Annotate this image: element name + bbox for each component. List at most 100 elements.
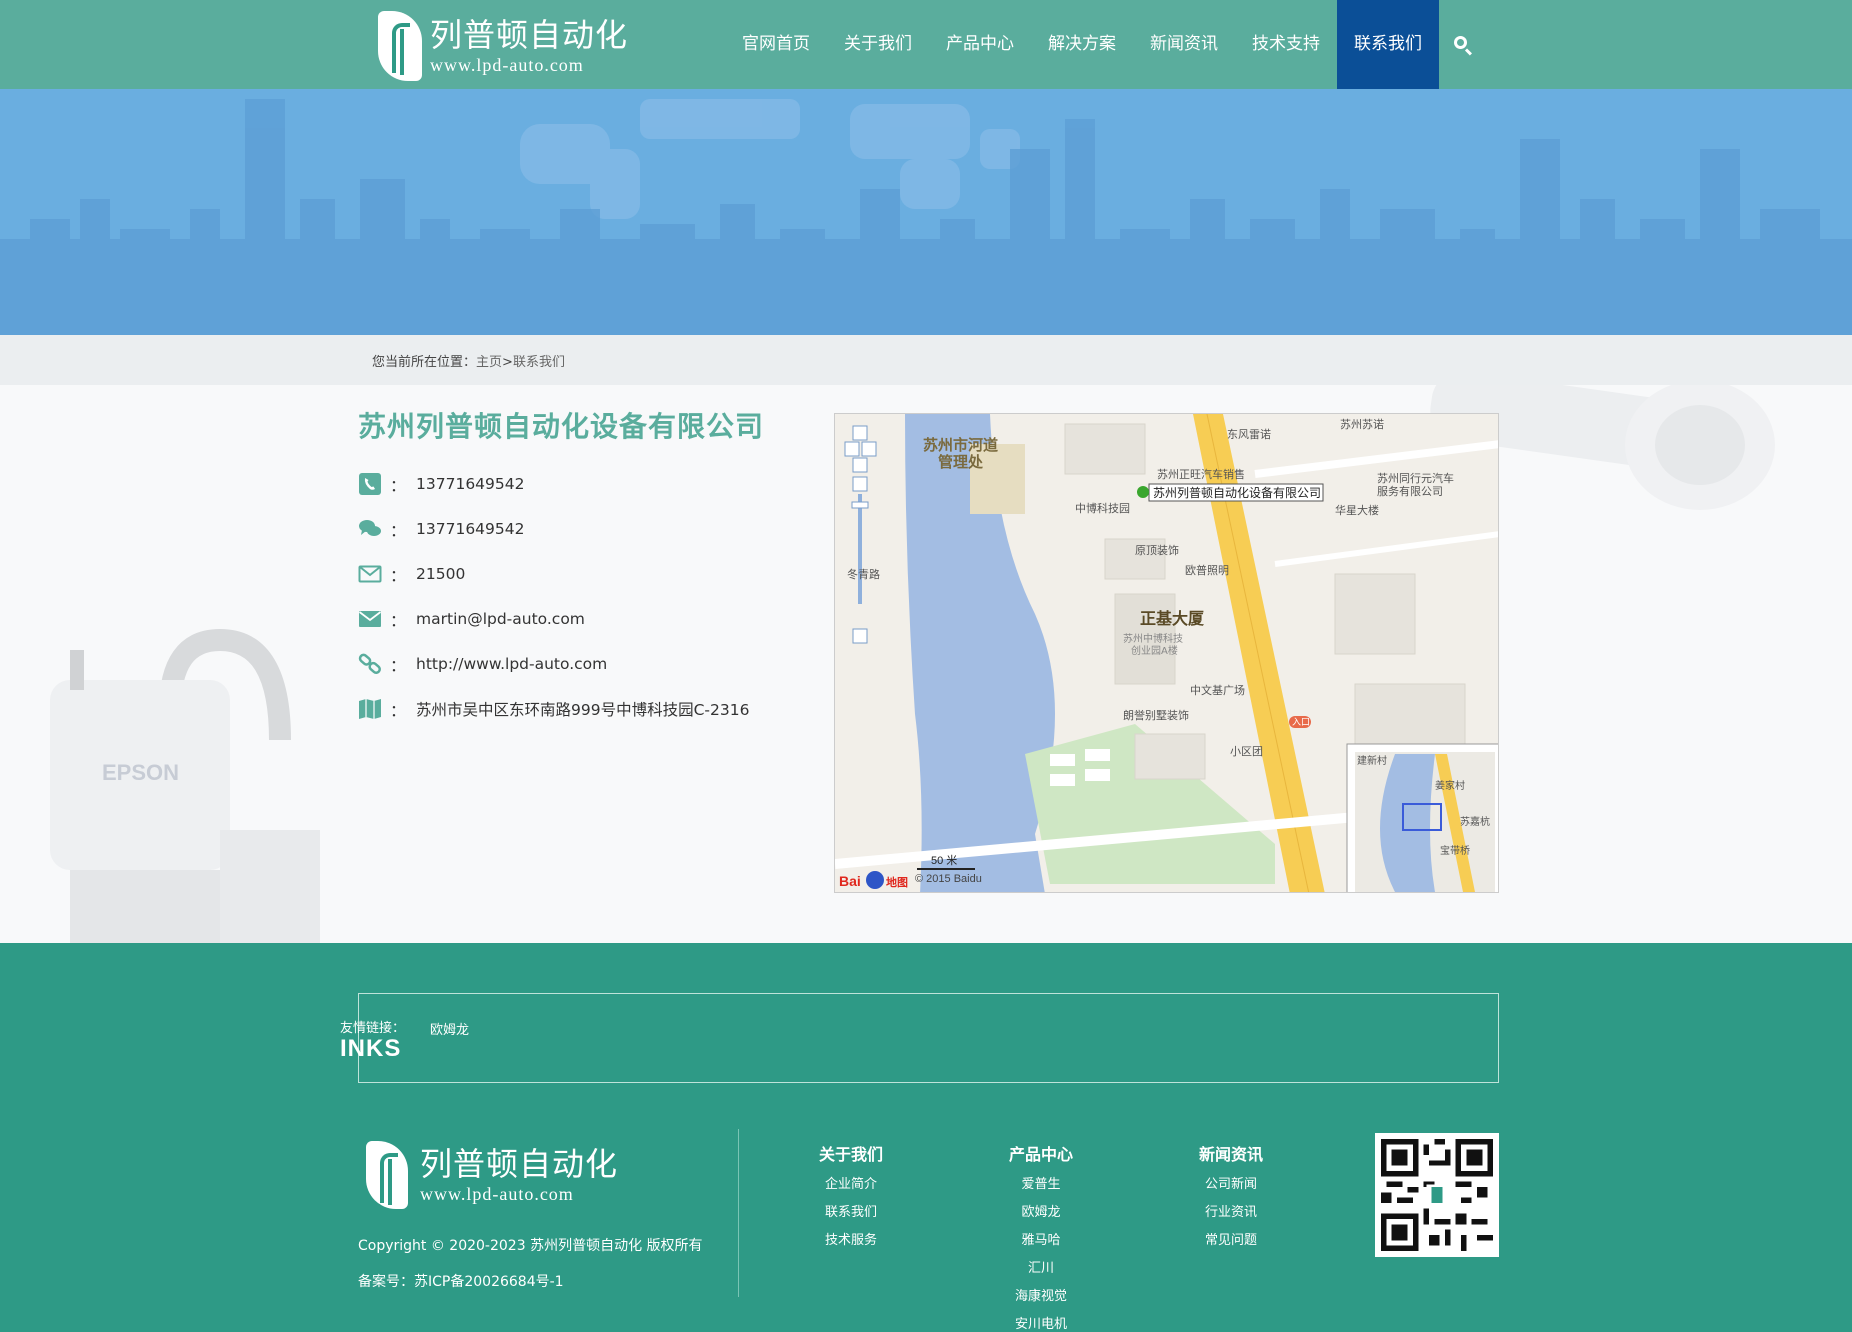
contact-phone-row: ： 13771649542 <box>358 461 749 506</box>
contact-email-row: ： martin@lpd-auto.com <box>358 596 749 641</box>
main-nav: 官网首页 关于我们 产品中心 解决方案 新闻资讯 技术支持 联系我们 <box>725 0 1439 89</box>
address-value: 苏州市吴中区东环南路999号中博科技园C-2316 <box>416 700 750 719</box>
footer-link[interactable]: 公司新闻 <box>1171 1171 1291 1199</box>
contact-section: EPSON 苏州列普顿自动化设备有限公司 ： 13771649542 ： 137… <box>0 385 1852 943</box>
chat-value: 13771649542 <box>416 519 525 538</box>
footer-col-heading[interactable]: 新闻资讯 <box>1171 1141 1291 1165</box>
email-colon: ： <box>390 612 407 630</box>
footer-logo-title: 列普顿自动化 <box>420 1145 619 1183</box>
nav-products[interactable]: 产品中心 <box>929 0 1031 89</box>
search-icon[interactable] <box>1452 34 1474 56</box>
footer-link[interactable]: 安川电机 <box>981 1311 1101 1332</box>
website-value[interactable]: http://www.lpd-auto.com <box>416 655 607 673</box>
footer-link[interactable]: 欧姆龙 <box>981 1199 1101 1227</box>
site-footer: 友情链接： INKS 欧姆龙 列普顿自动化 www.lpd-auto.com C… <box>0 943 1852 1332</box>
logo-mark-icon <box>378 11 422 81</box>
footer-col-heading[interactable]: 产品中心 <box>981 1141 1101 1165</box>
nav-home[interactable]: 官网首页 <box>725 0 827 89</box>
map-label-zhengji: 正基大厦 <box>1140 609 1205 628</box>
minimap-label-jiang: 姜家村 <box>1435 779 1465 792</box>
envelope-outline-icon <box>358 565 382 582</box>
breadcrumb-prefix: 您当前所在位置： <box>372 355 477 370</box>
chat-icon <box>359 519 381 536</box>
contact-address-row: ： 苏州市吴中区东环南路999号中博科技园C-2316 <box>358 686 749 731</box>
footer-icp[interactable]: 备案号：苏ICP备20026684号-1 <box>358 1271 564 1291</box>
map-copyright: © 2015 Baidu <box>915 873 982 885</box>
nav-about[interactable]: 关于我们 <box>827 0 929 89</box>
contact-fax-row: ： 21500 <box>358 551 749 596</box>
footer-col-products: 产品中心 爱普生 欧姆龙 雅马哈 汇川 海康视觉 安川电机 <box>981 1141 1101 1332</box>
site-logo[interactable]: 列普顿自动化 www.lpd-auto.com <box>378 8 628 84</box>
breadcrumb-home-link[interactable]: 主页 <box>476 355 502 370</box>
nav-contact[interactable]: 联系我们 <box>1337 0 1439 89</box>
qr-code <box>1375 1133 1499 1257</box>
robot-arm-image: EPSON <box>50 628 320 943</box>
footer-logo-url: www.lpd-auto.com <box>420 1184 574 1204</box>
map-scale-label: 50 米 <box>931 854 957 867</box>
breadcrumb-separator: > <box>502 355 513 370</box>
map-label-river-office-2: 管理处 <box>938 453 984 471</box>
map-label-river-office: 苏州市河道 <box>923 436 998 454</box>
nav-support[interactable]: 技术支持 <box>1235 0 1337 89</box>
site-header: 列普顿自动化 www.lpd-auto.com 官网首页 关于我们 产品中心 解… <box>0 0 1852 89</box>
map-location-pin-icon[interactable] <box>1137 486 1149 498</box>
footer-link[interactable]: 企业简介 <box>791 1171 911 1199</box>
envelope-icon <box>358 610 382 627</box>
friend-link-omron[interactable]: 欧姆龙 <box>430 1019 469 1038</box>
map-overview[interactable]: 姜家村 苏嘉杭 宝带桥 建新村 <box>1346 743 1499 893</box>
map-label-zhongbo: 中博科技园 <box>1075 501 1130 515</box>
fax-colon: ： <box>390 567 407 585</box>
map-label-zhongwenji: 中文基广场 <box>1190 683 1245 697</box>
footer-link[interactable]: 海康视觉 <box>981 1283 1101 1311</box>
contact-info-list: ： 13771649542 ： 13771649542 ： 21500 ： ma… <box>358 461 749 731</box>
baidu-map[interactable]: 苏州市河道 管理处 东风雷诺 苏州苏诺 苏州正旺汽车销售 苏州列普顿自动化设备有… <box>834 413 1499 893</box>
footer-link[interactable]: 常见问题 <box>1171 1227 1291 1255</box>
chat-colon: ： <box>390 522 407 540</box>
footer-link[interactable]: 爱普生 <box>981 1171 1101 1199</box>
footer-link[interactable]: 汇川 <box>981 1255 1101 1283</box>
map-label-huaxing: 华星大楼 <box>1335 503 1379 517</box>
contact-chat-row: ： 13771649542 <box>358 506 749 551</box>
map-marker-label[interactable]: 苏州列普顿自动化设备有限公司 <box>1153 486 1321 500</box>
map-canvas[interactable]: 苏州市河道 管理处 东风雷诺 苏州苏诺 苏州正旺汽车销售 苏州列普顿自动化设备有… <box>835 414 1499 893</box>
footer-col-news: 新闻资讯 公司新闻 行业资讯 常见问题 <box>1171 1141 1291 1255</box>
website-colon: ： <box>390 657 407 675</box>
logo-url: www.lpd-auto.com <box>430 55 584 75</box>
map-label-zhongbo-inc: 苏州中博科技 <box>1123 632 1183 645</box>
minimap-label-bao: 宝带桥 <box>1440 844 1470 857</box>
footer-link[interactable]: 行业资讯 <box>1171 1199 1291 1227</box>
minimap-label-jia: 苏嘉杭 <box>1460 815 1490 828</box>
email-value[interactable]: martin@lpd-auto.com <box>416 610 585 628</box>
footer-logo[interactable]: 列普顿自动化 www.lpd-auto.com <box>366 1141 618 1209</box>
map-label-xiaoqu: 小区团 <box>1230 745 1263 758</box>
baidu-logo-map: 地图 <box>886 875 908 889</box>
breadcrumb-current-link[interactable]: 联系我们 <box>513 355 565 370</box>
footer-link[interactable]: 雅马哈 <box>981 1227 1101 1255</box>
breadcrumb: 您当前所在位置：主页>联系我们 <box>372 351 565 370</box>
logo-title: 列普顿自动化 <box>430 16 629 54</box>
minimap-label-jian: 建新村 <box>1357 754 1387 767</box>
footer-col-heading[interactable]: 关于我们 <box>791 1141 911 1165</box>
friend-links-label: INKS <box>340 1035 402 1062</box>
map-label-sunuo: 苏州苏诺 <box>1340 418 1384 431</box>
footer-col-about: 关于我们 企业简介 联系我们 技术服务 <box>791 1141 911 1255</box>
link-icon <box>358 653 381 674</box>
nav-news[interactable]: 新闻资讯 <box>1133 0 1235 89</box>
phone-icon <box>359 472 381 495</box>
phone-colon: ： <box>390 477 407 495</box>
map-label-dongjing: 冬青路 <box>847 567 880 581</box>
baidu-paw-icon <box>866 871 884 889</box>
footer-divider <box>738 1129 739 1297</box>
friend-links-box <box>358 993 1499 1083</box>
friend-links-title: 友情链接： <box>340 1021 406 1036</box>
map-label-oupu: 欧普照明 <box>1185 563 1229 577</box>
footer-link[interactable]: 联系我们 <box>791 1199 911 1227</box>
address-colon: ： <box>390 702 407 720</box>
map-label-tonghang: 苏州同行元汽车 <box>1377 471 1454 485</box>
footer-link[interactable]: 技术服务 <box>791 1227 911 1255</box>
map-label-zhengwang: 苏州正旺汽车销售 <box>1157 467 1245 481</box>
map-icon <box>359 698 381 719</box>
map-label-tonghang-2: 服务有限公司 <box>1377 484 1443 498</box>
company-name: 苏州列普顿自动化设备有限公司 <box>358 410 765 443</box>
nav-solutions[interactable]: 解决方案 <box>1031 0 1133 89</box>
